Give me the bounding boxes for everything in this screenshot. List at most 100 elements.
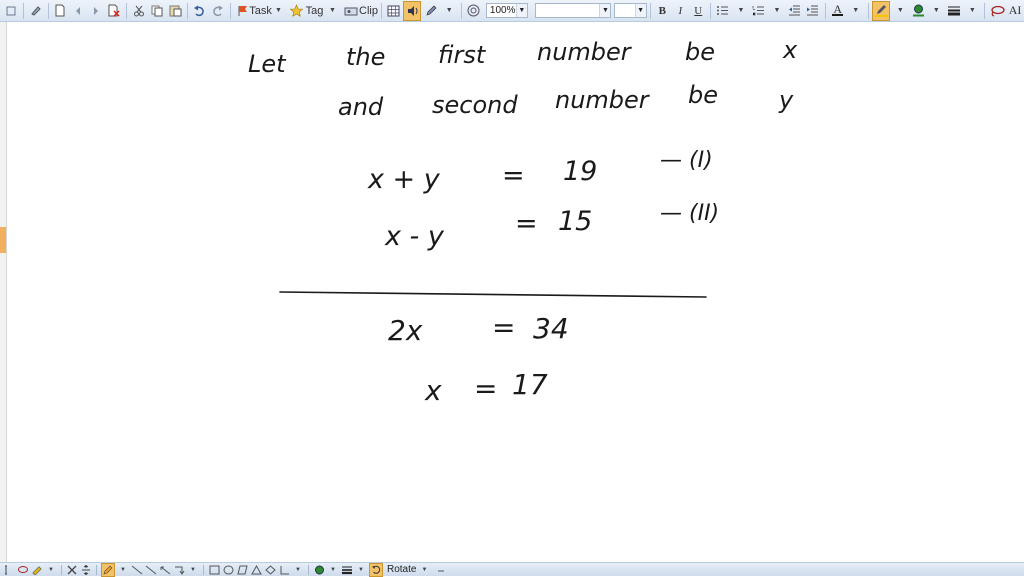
color-picker-icon[interactable] <box>313 564 325 576</box>
drawing-toolbar: ▼ ▼ ▼ ▼ ▼ ▼ Rotate ▼ <box>0 562 1024 577</box>
font-size-select[interactable]: ▼ <box>614 3 647 18</box>
tag-star-icon[interactable] <box>289 2 305 20</box>
pen-tool-dropdown-icon[interactable]: ▼ <box>441 2 457 20</box>
axis-dropdown-icon[interactable]: ▼ <box>292 564 304 576</box>
line-tool-icon[interactable] <box>131 564 143 576</box>
zoom-icon[interactable] <box>466 2 482 20</box>
increase-indent-icon[interactable] <box>805 2 821 20</box>
font-color-dropdown-icon[interactable]: ▼ <box>848 2 864 20</box>
stroke-weight-icon[interactable] <box>341 564 353 576</box>
axis-tool-icon[interactable] <box>278 564 290 576</box>
line-weight-icon[interactable] <box>946 2 962 20</box>
pen-color-dropdown-icon[interactable]: ▼ <box>928 2 944 20</box>
lasso-icon[interactable] <box>989 2 1005 20</box>
toolbar-separator <box>47 2 49 19</box>
clip-icon[interactable] <box>343 2 359 20</box>
font-color-label: A <box>833 2 843 16</box>
numbered-list-icon[interactable] <box>751 2 767 20</box>
grid-icon[interactable] <box>385 2 401 20</box>
toolbar-separator <box>229 2 231 19</box>
task-button[interactable]: Task <box>249 2 272 20</box>
bullet-list-dropdown-icon[interactable]: ▼ <box>733 2 749 20</box>
toolbar-overflow-icon[interactable] <box>435 564 447 576</box>
bullet-list-icon[interactable] <box>715 2 731 20</box>
underline-button[interactable]: U <box>690 2 706 20</box>
chevron-down-icon: ▼ <box>634 4 646 17</box>
toolbar-separator <box>187 2 188 19</box>
paste-icon[interactable] <box>167 2 183 20</box>
line-weight-dropdown-icon[interactable]: ▼ <box>964 2 980 20</box>
forward-arrow-icon[interactable] <box>88 2 104 20</box>
undo-icon[interactable] <box>192 2 208 20</box>
tag-button[interactable]: Tag <box>306 2 324 20</box>
highlighter-pen-icon[interactable] <box>31 564 43 576</box>
toolbar-separator <box>96 564 97 575</box>
main-toolbar: Task ▼ Tag ▼ Clip ▼ 100% ▼ ▼ ▼ B I U ▼ ▼… <box>0 0 1024 22</box>
pen-mode-icon[interactable] <box>3 2 19 20</box>
back-arrow-icon[interactable] <box>70 2 86 20</box>
font-color-swatch <box>832 14 844 16</box>
copy-icon[interactable] <box>149 2 165 20</box>
zoom-select[interactable]: 100% ▼ <box>485 3 528 18</box>
italic-button[interactable]: I <box>672 2 688 20</box>
color-picker-dropdown-icon[interactable]: ▼ <box>327 564 339 576</box>
tag-dropdown-icon[interactable]: ▼ <box>325 2 341 20</box>
ellipse-tool-icon[interactable] <box>222 564 234 576</box>
clip-button[interactable]: Clip <box>359 2 378 20</box>
toolbar-separator <box>380 2 382 19</box>
numbered-list-dropdown-icon[interactable]: ▼ <box>769 2 785 20</box>
toolbar-separator <box>203 564 204 575</box>
highlighter-pen-dropdown-icon[interactable]: ▼ <box>45 564 57 576</box>
zoom-value: 100% <box>489 5 516 16</box>
chevron-down-icon: ▼ <box>599 4 611 17</box>
bold-button[interactable]: B <box>654 2 670 20</box>
rotate-icon[interactable] <box>369 562 383 577</box>
space-insert-icon[interactable] <box>80 564 92 576</box>
toolbar-separator <box>308 564 309 575</box>
task-dropdown-icon[interactable]: ▼ <box>271 2 287 20</box>
connector-dropdown-icon[interactable]: ▼ <box>187 564 199 576</box>
highlighter-dropdown-icon[interactable]: ▼ <box>892 2 908 20</box>
highlighter-icon[interactable] <box>872 0 891 21</box>
toolbar-separator <box>23 2 24 19</box>
rotate-button[interactable]: Rotate <box>387 564 416 576</box>
text-ai-button[interactable]: AI <box>1007 2 1023 20</box>
arrow-tool-icon[interactable] <box>159 564 171 576</box>
toolbar-separator <box>984 2 986 19</box>
line-tool-2-icon[interactable] <box>145 564 157 576</box>
delete-page-icon[interactable] <box>106 2 122 20</box>
toolbar-separator <box>61 564 62 575</box>
left-scroll-rail[interactable] <box>0 22 7 562</box>
lasso-select-icon[interactable] <box>17 564 29 576</box>
page-position-marker <box>0 227 6 253</box>
pen-icon[interactable] <box>101 562 115 577</box>
pen-tool-icon[interactable] <box>423 2 439 20</box>
redo-icon[interactable] <box>210 2 226 20</box>
connector-tool-icon[interactable] <box>173 564 185 576</box>
cut-icon[interactable] <box>131 2 147 20</box>
font-name-select[interactable]: ▼ <box>534 3 612 18</box>
pen-color-icon[interactable] <box>910 2 926 20</box>
diamond-tool-icon[interactable] <box>264 564 276 576</box>
pen-dropdown-icon[interactable]: ▼ <box>117 564 129 576</box>
parallelogram-tool-icon[interactable] <box>236 564 248 576</box>
triangle-tool-icon[interactable] <box>250 564 262 576</box>
decrease-indent-icon[interactable] <box>787 2 803 20</box>
toolbar-separator <box>649 2 651 19</box>
delete-stroke-icon[interactable] <box>66 564 78 576</box>
eraser-icon[interactable] <box>28 2 44 20</box>
font-color-button[interactable]: A <box>830 2 846 20</box>
toolbar-separator <box>126 2 128 19</box>
stroke-weight-dropdown-icon[interactable]: ▼ <box>355 564 367 576</box>
toolbar-separator <box>824 2 826 19</box>
select-icon[interactable] <box>3 564 15 576</box>
note-canvas[interactable] <box>0 22 1024 562</box>
sound-icon[interactable] <box>403 0 422 21</box>
new-page-icon[interactable] <box>52 2 68 20</box>
rotate-dropdown-icon[interactable]: ▼ <box>418 564 430 576</box>
task-flag-icon[interactable] <box>235 2 251 20</box>
toolbar-separator <box>461 2 462 19</box>
toolbar-separator <box>710 2 711 19</box>
chevron-down-icon: ▼ <box>515 4 527 17</box>
rectangle-tool-icon[interactable] <box>208 564 220 576</box>
